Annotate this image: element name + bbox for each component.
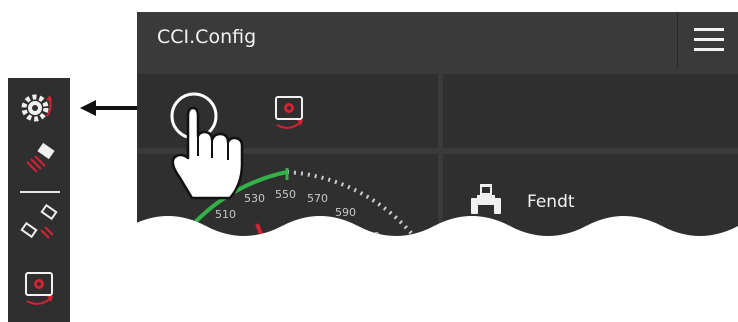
sidebar-item-implement[interactable] (8, 136, 70, 184)
screen-rotate-icon (275, 96, 303, 129)
title-bar: CCI.Config (137, 12, 738, 68)
app-title: CCI.Config (157, 26, 257, 48)
sidebar-item-settings[interactable] (8, 84, 70, 132)
implement-signal-icon (26, 142, 55, 173)
hand-pointer-icon (170, 92, 244, 200)
gauge-tick-label: 550 (275, 188, 296, 201)
menu-button[interactable] (677, 12, 738, 68)
sidebar-item-rotate[interactable] (8, 264, 70, 312)
sidebar-separator (20, 191, 60, 193)
sidebar-item-disconnect[interactable] (8, 200, 70, 248)
sidebar-toolbar (8, 78, 70, 322)
settings-gear-rotate-icon (21, 94, 52, 122)
tile-empty[interactable] (443, 74, 738, 148)
torn-edge-overlay (130, 216, 738, 256)
implement-disconnected-icon (20, 204, 58, 239)
gauge-tick-label: 570 (307, 192, 328, 205)
menu-icon (694, 28, 724, 31)
screen-rotate-icon (25, 272, 53, 305)
